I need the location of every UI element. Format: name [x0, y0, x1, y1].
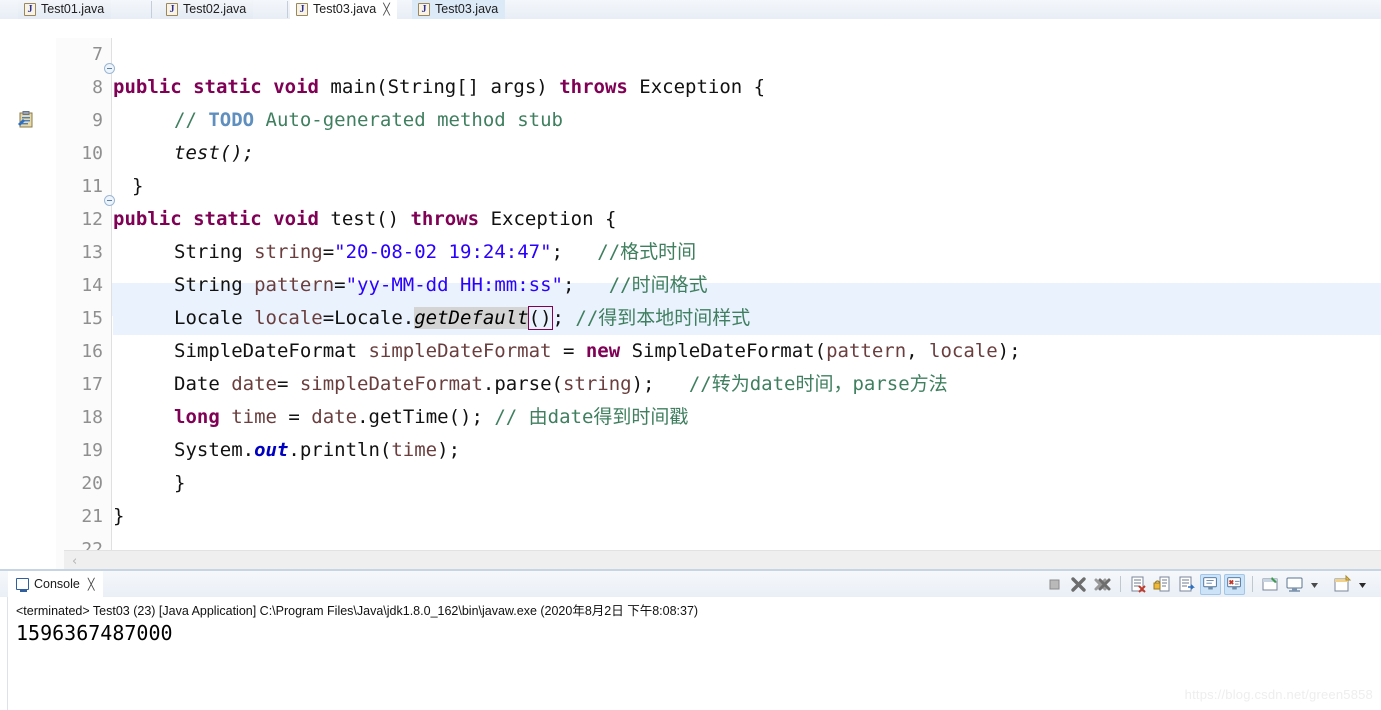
code-line-20: } — [174, 472, 186, 494]
toolbar-separator — [1252, 576, 1253, 592]
code-line-8: public static void main(String[] args) t… — [113, 76, 766, 98]
scroll-lock-button[interactable] — [1152, 574, 1173, 595]
code-line-21: } — [113, 505, 125, 527]
line-number: 7 — [92, 44, 103, 65]
code-line-18: long time = date.getTime(); // 由date得到时间… — [174, 406, 689, 428]
code-line-17: Date date= simpleDateFormat.parse(string… — [174, 373, 948, 395]
line-number: 8 — [92, 77, 103, 98]
console-tab-label: Console — [34, 577, 80, 591]
editor-tab-bar: Test01.java Test02.java Test03.java ╳ Te… — [0, 0, 1381, 19]
close-icon[interactable]: ╳ — [88, 578, 95, 591]
line-number: 21 — [81, 506, 103, 527]
line-number: 15 — [81, 308, 103, 329]
editor-tab-label: Test03.java — [313, 2, 377, 16]
line-number: 17 — [81, 374, 103, 395]
line-number: 13 — [81, 242, 103, 263]
editor-tab-label: Test01.java — [41, 2, 105, 16]
console-output-text: 1596367487000 — [16, 621, 173, 645]
occurrence-highlight: getDefault — [414, 307, 529, 329]
code-line-14: String pattern="yy-MM-dd HH:mm:ss"; //时间… — [174, 274, 708, 296]
line-number: 10 — [81, 143, 103, 164]
java-file-icon — [24, 3, 36, 17]
line-number: 14 — [81, 275, 103, 296]
watermark: https://blog.csdn.net/green5858 — [1184, 687, 1373, 702]
console-toolbar — [1044, 572, 1377, 596]
word-wrap-button[interactable] — [1176, 574, 1197, 595]
remove-all-launches-button[interactable] — [1092, 574, 1113, 595]
java-file-icon — [166, 3, 178, 17]
remove-launch-button[interactable] — [1068, 574, 1089, 595]
display-console-dropdown[interactable] — [1308, 574, 1329, 595]
code-line-11: } — [132, 175, 144, 197]
console-view: Console ╳ <terminated> Test03 (23) [Java… — [0, 571, 1381, 710]
show-console-on-output-button[interactable] — [1200, 573, 1221, 595]
console-icon — [16, 578, 29, 592]
editor-tab-test02[interactable]: Test02.java — [160, 0, 254, 19]
editor-tab-test01[interactable]: Test01.java — [18, 0, 112, 19]
editor-horizontal-scrollbar[interactable]: ‹ — [64, 550, 1381, 569]
editor-tab-label: Test03.java — [435, 2, 499, 16]
code-line-19: System.out.println(time); — [174, 439, 461, 461]
code-line-15: Locale locale=Locale.getDefault(); //得到本… — [113, 302, 1381, 335]
java-file-icon — [296, 3, 308, 17]
console-terminated-status: <terminated> Test03 (23) [Java Applicati… — [16, 604, 699, 618]
todo-marker-icon[interactable] — [18, 111, 34, 128]
close-icon[interactable]: ╳ — [383, 0, 390, 19]
eclipse-ide-window: Test01.java Test02.java Test03.java ╳ Te… — [0, 0, 1381, 710]
pin-console-button[interactable] — [1260, 574, 1281, 595]
editor-tab-test03-active[interactable]: Test03.java ╳ — [290, 0, 397, 19]
scroll-left-icon[interactable]: ‹ — [72, 554, 77, 569]
editor-tab-test03-peer[interactable]: Test03.java — [412, 0, 506, 19]
line-number: 9 — [92, 110, 103, 131]
line-number-ruler: 7 8 9 10 11 12 13 14 15 16 17 18 19 20 2… — [56, 38, 112, 588]
line-number: 12 — [81, 209, 103, 230]
console-tab[interactable]: Console ╳ — [8, 571, 103, 597]
console-left-edge — [0, 597, 8, 710]
code-line-10: test(); — [174, 142, 255, 164]
code-line-13: String string="20-08-02 19:24:47"; //格式时… — [174, 241, 697, 263]
line-number: 18 — [81, 407, 103, 428]
clear-console-button[interactable] — [1128, 574, 1149, 595]
toolbar-separator — [1120, 576, 1121, 592]
java-file-icon — [418, 3, 430, 17]
open-console-dropdown[interactable] — [1356, 574, 1377, 595]
line-number: 19 — [81, 440, 103, 461]
bracket-match-box: () — [527, 306, 553, 330]
line-number: 16 — [81, 341, 103, 362]
show-console-on-error-button[interactable] — [1224, 573, 1245, 595]
code-line-9: // TODO Auto-generated method stub — [174, 109, 563, 131]
tab-separator — [287, 1, 288, 18]
code-editor[interactable]: 7 8 9 10 11 12 13 14 15 16 17 18 19 20 2… — [0, 19, 1381, 588]
display-selected-console-button[interactable] — [1284, 574, 1305, 595]
line-number: 11 — [81, 176, 103, 197]
code-line-12: public static void test() throws Excepti… — [113, 208, 617, 230]
code-line-16: SimpleDateFormat simpleDateFormat = new … — [174, 340, 1021, 362]
terminate-button[interactable] — [1044, 574, 1065, 595]
tab-separator — [151, 1, 152, 18]
editor-tab-label: Test02.java — [183, 2, 247, 16]
line-number: 20 — [81, 473, 103, 494]
code-text-area[interactable]: public static void main(String[] args) t… — [113, 38, 1381, 569]
open-console-button[interactable] — [1332, 574, 1353, 595]
